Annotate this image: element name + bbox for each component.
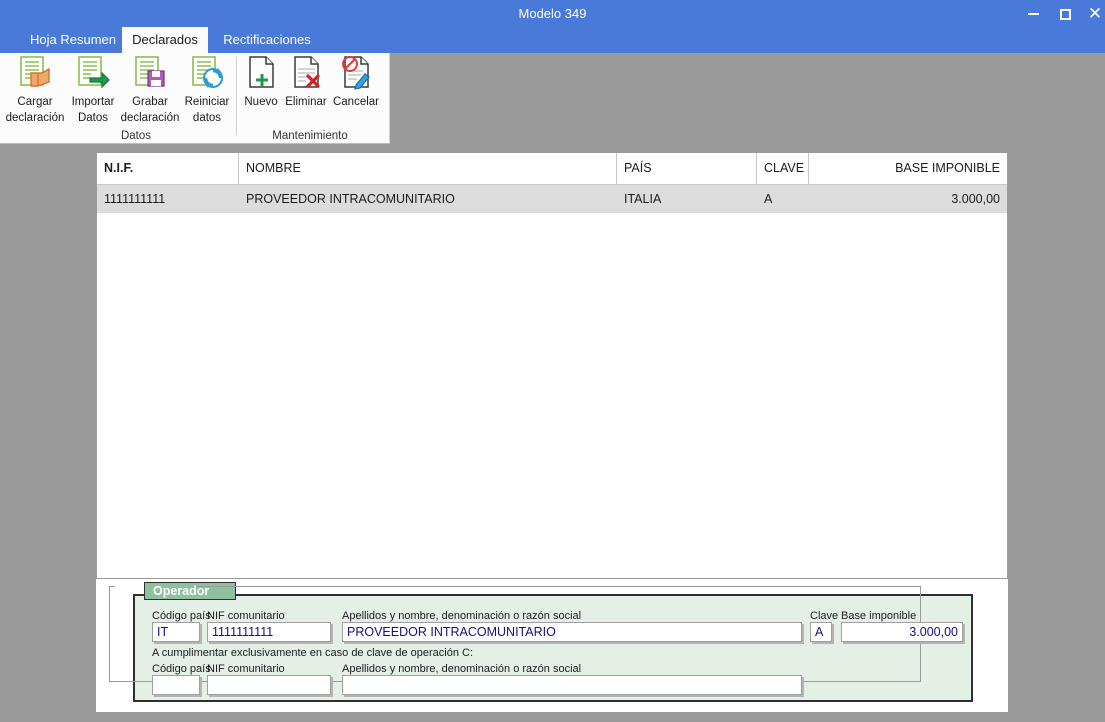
cancelar-label: Cancelar (332, 96, 380, 108)
cancel-edit-icon (329, 55, 383, 93)
input-base-imponible[interactable]: 3.000,00 (841, 622, 963, 642)
column-header-clave[interactable]: CLAVE (757, 153, 809, 184)
grabar-declaracion-label-line2: declaración (120, 112, 180, 124)
maximize-button[interactable] (1050, 0, 1080, 27)
label-apellidos-1: Apellidos y nombre, denominación o razón… (342, 610, 582, 622)
cell-clave: A (764, 192, 773, 206)
label-apellidos-2: Apellidos y nombre, denominación o razón… (342, 663, 582, 675)
cell-base-imponible: 3.000,00 (951, 192, 1000, 206)
window-title: Modelo 349 (518, 6, 587, 21)
cargar-declaracion-label-line1: Cargar (17, 96, 53, 108)
input-apellidos-1[interactable]: PROVEEDOR INTRACOMUNITARIO (342, 622, 802, 642)
grabar-declaracion-button[interactable]: Grabar declaración (120, 55, 180, 125)
ribbon-bottom-border (0, 143, 390, 144)
ribbon-right-edge (389, 53, 390, 143)
cell-pais: ITALIA (624, 192, 662, 206)
save-document-icon (120, 55, 180, 93)
ribbon-group-label-mantenimiento: Mantenimiento (272, 130, 348, 142)
cargar-declaracion-label-line2: declaración (5, 112, 65, 124)
clave-c-note: A cumplimentar exclusivamente en caso de… (152, 647, 474, 659)
operador-frame-top-left (109, 586, 115, 587)
reiniciar-datos-button[interactable]: Reiniciar datos (180, 55, 234, 125)
operador-frame-top-right (197, 586, 921, 587)
minimize-icon (1027, 13, 1039, 16)
ribbon-tab-strip: Hoja Resumen Declarados Rectificaciones (0, 27, 1105, 53)
new-document-icon (240, 55, 282, 93)
tab-rectificaciones[interactable]: Rectificaciones (208, 27, 326, 53)
label-codigo-pais-1: Código país (152, 610, 211, 622)
input-nif-comunitario-2[interactable] (207, 675, 331, 695)
cargar-declaracion-button[interactable]: Cargar declaración (4, 55, 66, 125)
cell-nombre: PROVEEDOR INTRACOMUNITARIO (246, 192, 455, 206)
importar-datos-button[interactable]: Importar Datos (66, 55, 120, 125)
input-apellidos-2[interactable] (342, 675, 802, 695)
tab-hoja-resumen[interactable]: Hoja Resumen (24, 27, 122, 53)
minimize-button[interactable] (1018, 0, 1048, 27)
nuevo-button[interactable]: Nuevo (240, 55, 282, 109)
label-base-imponible: Base imponible (841, 610, 917, 622)
ribbon-group-label-datos: Datos (120, 130, 152, 142)
label-nif-comunitario-1: NIF comunitario (207, 610, 285, 622)
input-clave[interactable]: A (810, 622, 832, 642)
column-header-base-imponible[interactable]: BASE IMPONIBLE (809, 153, 1007, 184)
input-codigo-pais-2[interactable] (152, 675, 200, 695)
close-button[interactable]: ✕ (1080, 0, 1105, 27)
grabar-declaracion-label-line1: Grabar (132, 96, 168, 108)
import-data-icon (66, 55, 120, 93)
input-nif-comunitario-1[interactable]: 1111111111 (207, 622, 331, 642)
grid-header-row: N.I.F. NOMBRE PAÍS CLAVE BASE IMPONIBLE (97, 153, 1007, 185)
importar-datos-label-line2: Datos (77, 112, 109, 124)
declarados-grid[interactable]: N.I.F. NOMBRE PAÍS CLAVE BASE IMPONIBLE … (96, 152, 1008, 579)
table-row[interactable]: 1111111111 PROVEEDOR INTRACOMUNITARIO IT… (97, 185, 1007, 213)
label-nif-comunitario-2: NIF comunitario (207, 663, 285, 675)
label-codigo-pais-2: Código país (152, 663, 211, 675)
label-clave: Clave (810, 610, 839, 622)
cell-nif: 1111111111 (104, 192, 166, 206)
reiniciar-datos-label-line1: Reiniciar (184, 96, 230, 108)
eliminar-label: Eliminar (285, 96, 327, 108)
refresh-document-icon (180, 55, 234, 93)
importar-datos-label-line1: Importar (71, 96, 115, 108)
delete-document-icon (281, 55, 331, 93)
tab-declarados[interactable]: Declarados (122, 27, 208, 53)
input-codigo-pais-1[interactable]: IT (152, 622, 200, 642)
column-header-pais[interactable]: PAÍS (617, 153, 757, 184)
column-header-nombre[interactable]: NOMBRE (239, 153, 617, 184)
reiniciar-datos-label-line2: datos (192, 112, 222, 124)
cancelar-button[interactable]: Cancelar (329, 55, 383, 109)
load-document-icon (4, 55, 66, 93)
column-header-nif[interactable]: N.I.F. (97, 153, 239, 184)
eliminar-button[interactable]: Eliminar (281, 55, 331, 109)
ribbon-group-separator (236, 57, 237, 135)
nuevo-label: Nuevo (244, 96, 278, 108)
maximize-icon (1059, 8, 1071, 20)
title-bar: Modelo 349 ✕ (0, 0, 1105, 27)
